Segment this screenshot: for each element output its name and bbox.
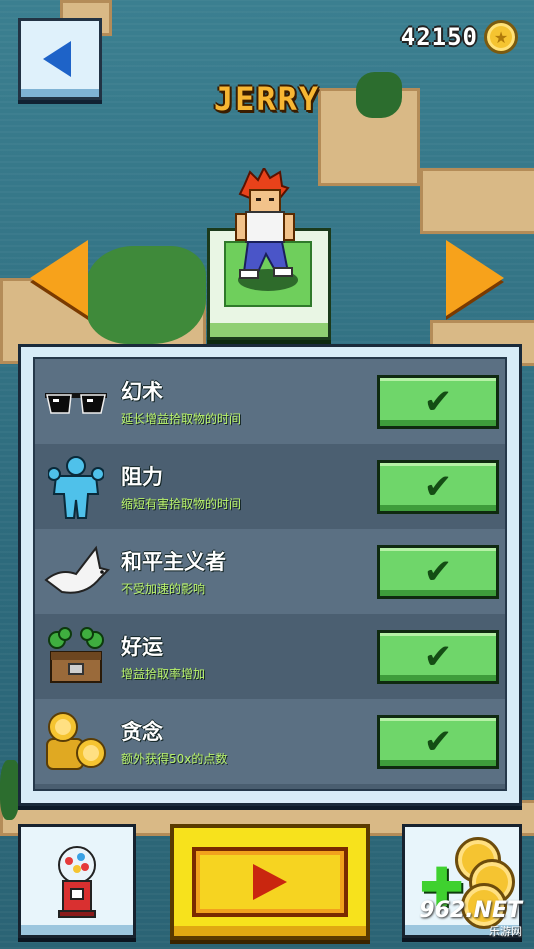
perk-row-pacifist: 和平主义者 不受加速的影响 ✔	[35, 529, 505, 614]
site-watermark: 962.NET 乐游网	[419, 898, 522, 939]
perk-owned-check-button[interactable]: ✔	[377, 714, 499, 769]
perk-title: 贪念	[121, 720, 163, 744]
sunglasses-icon	[39, 365, 113, 439]
character-name: JERRY	[213, 80, 321, 118]
gumball-machine-button[interactable]	[18, 824, 136, 938]
strongman-icon	[39, 450, 113, 524]
island	[420, 168, 534, 234]
perk-description: 不受加速的影响	[121, 582, 206, 596]
coin-icon: ★	[484, 20, 518, 54]
perks-panel: 幻术 延长增益拾取物的时间 ✔ 阻力 缩短有害拾取物的时间 ✔ 和平主义者 不受…	[18, 344, 522, 806]
perk-row-luck: 好运 增益拾取率增加 ✔	[35, 614, 505, 699]
checkmark-icon: ✔	[423, 466, 453, 507]
play-icon	[253, 864, 287, 900]
perk-title: 阻力	[121, 465, 163, 489]
perk-owned-check-button[interactable]: ✔	[377, 544, 499, 599]
perk-row-illusion: 幻术 延长增益拾取物的时间 ✔	[35, 359, 505, 444]
tree-clump	[0, 760, 20, 820]
perk-row-resistance: 阻力 缩短有害拾取物的时间 ✔	[35, 444, 505, 529]
gumball-machine-icon	[58, 846, 96, 918]
watermark-subtext: 乐游网	[489, 925, 522, 938]
perk-description: 延长增益拾取物的时间	[121, 412, 242, 426]
next-character-button[interactable]	[446, 240, 504, 316]
perk-description: 增益拾取率增加	[121, 667, 206, 681]
character-sprite[interactable]	[230, 168, 300, 284]
watermark-text: 962.NET	[419, 898, 522, 923]
coin-counter: 42150 ★	[401, 20, 518, 54]
perks-list: 幻术 延长增益拾取物的时间 ✔ 阻力 缩短有害拾取物的时间 ✔ 和平主义者 不受…	[33, 357, 507, 791]
checkmark-icon: ✔	[423, 381, 453, 422]
perk-title: 幻术	[121, 380, 163, 404]
perk-owned-check-button[interactable]: ✔	[377, 629, 499, 684]
back-arrow-icon	[43, 41, 71, 77]
tree-clump	[86, 246, 206, 344]
perk-title: 好运	[121, 635, 163, 659]
perk-title: 和平主义者	[121, 550, 226, 574]
checkmark-icon: ✔	[423, 551, 453, 592]
checkmark-icon: ✔	[423, 721, 453, 762]
coin-stack-icon	[39, 705, 113, 779]
checkmark-icon: ✔	[423, 636, 453, 677]
dove-icon	[39, 535, 113, 609]
play-button-face	[192, 847, 348, 917]
perk-owned-check-button[interactable]: ✔	[377, 459, 499, 514]
perk-owned-check-button[interactable]: ✔	[377, 374, 499, 429]
lucky-chest-icon	[39, 620, 113, 694]
previous-character-button[interactable]	[30, 240, 88, 316]
coin-balance: 42150	[400, 23, 478, 51]
perk-row-greed: 贪念 额外获得50x的点数 ✔	[35, 699, 505, 784]
play-button[interactable]	[170, 824, 370, 940]
perk-description: 额外获得50x的点数	[121, 752, 228, 766]
perk-description: 缩短有害拾取物的时间	[121, 497, 242, 511]
